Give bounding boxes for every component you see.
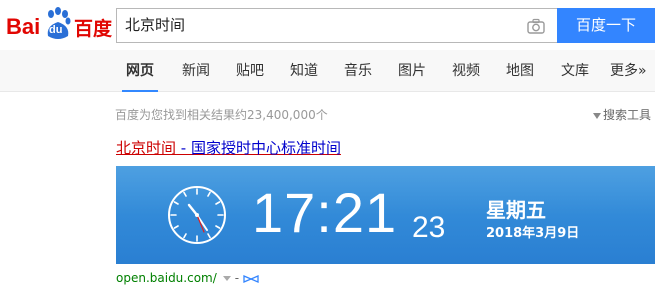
tab-tieba[interactable]: 贴吧: [236, 50, 264, 92]
baidu-logo[interactable]: Bai du 百度: [4, 2, 112, 46]
tab-wenku[interactable]: 文库: [561, 50, 589, 92]
search-input[interactable]: [125, 9, 515, 42]
bow-icon[interactable]: [243, 274, 259, 284]
result-title-keyword: 北京时间: [116, 139, 177, 157]
result-url-line: open.baidu.com/ -: [116, 271, 259, 285]
tab-images[interactable]: 图片: [398, 50, 426, 92]
tab-news[interactable]: 新闻: [182, 50, 210, 92]
tab-web[interactable]: 网页: [122, 50, 158, 92]
logo-text-chinese: 百度: [74, 18, 113, 40]
tab-video[interactable]: 视频: [452, 50, 480, 92]
tab-music[interactable]: 音乐: [344, 50, 372, 92]
time-seconds: 23: [412, 211, 446, 244]
tab-map[interactable]: 地图: [506, 50, 534, 92]
clock-card: 17:21 23 星期五 2018年3月9日: [116, 166, 655, 264]
result-title-rest: - 国家授时中心标准时间: [176, 139, 341, 157]
analog-clock-icon: [168, 186, 226, 244]
result-title-link[interactable]: 北京时间 - 国家授时中心标准时间: [116, 137, 341, 158]
url-dropdown-icon[interactable]: [222, 276, 231, 281]
filter-icon: [592, 112, 601, 119]
vertical-tabs: 网页 新闻 贴吧 知道 音乐 图片 视频 地图 文库 更多»: [0, 50, 655, 92]
result-count: 百度为您找到相关结果约23,400,000个: [115, 108, 328, 122]
url-separator: -: [234, 271, 240, 285]
date: 2018年3月9日: [486, 226, 580, 241]
tab-zhidao[interactable]: 知道: [290, 50, 318, 92]
weekday: 星期五: [486, 198, 546, 222]
header: Bai du 百度 百度一下: [0, 0, 655, 50]
search-button[interactable]: 百度一下: [557, 8, 655, 43]
time-hour-minute: 17:21: [252, 181, 398, 244]
search-tools-button[interactable]: 搜索工具: [592, 106, 651, 123]
tab-more[interactable]: 更多»: [610, 50, 647, 92]
camera-icon[interactable]: [527, 18, 545, 34]
search-box: [116, 8, 557, 43]
search-tools-label: 搜索工具: [602, 108, 651, 122]
logo-text-du: du: [49, 24, 63, 36]
logo-text-bai: Bai: [6, 14, 41, 39]
result-url[interactable]: open.baidu.com/: [116, 271, 217, 285]
